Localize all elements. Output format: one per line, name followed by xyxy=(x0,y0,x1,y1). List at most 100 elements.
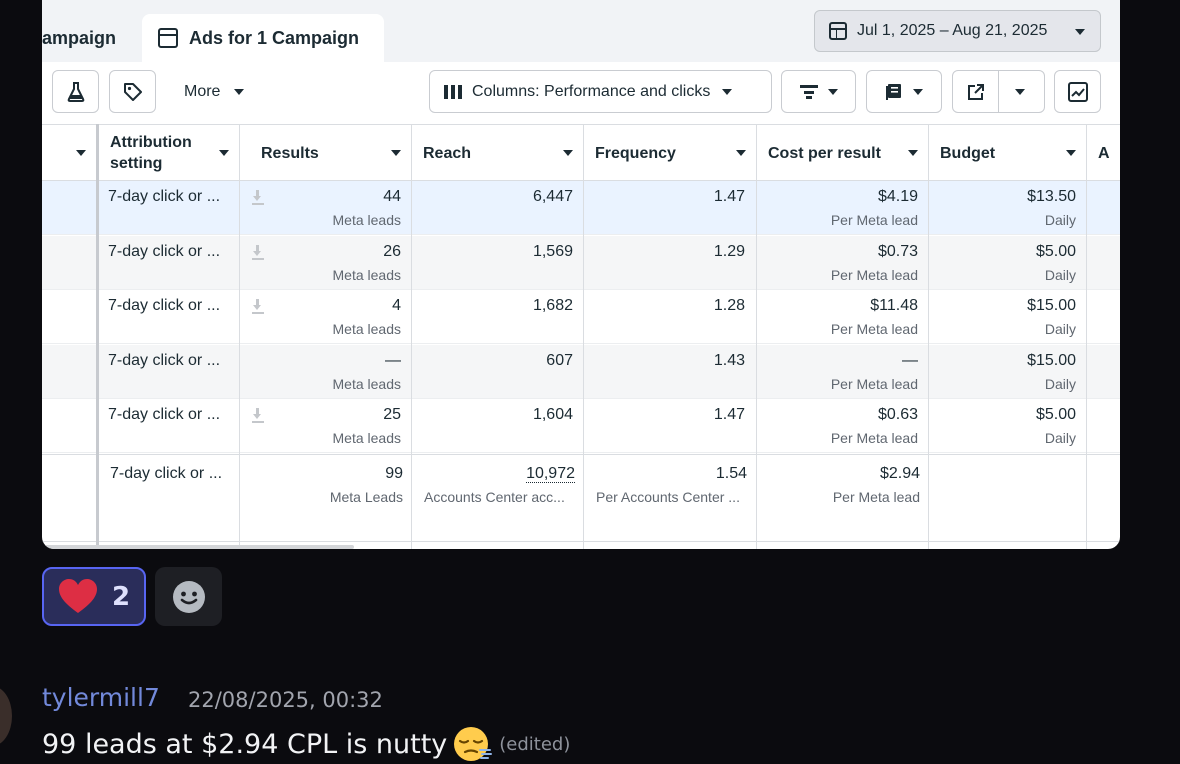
columns-label: Columns: Performance and clicks xyxy=(472,82,711,100)
ads-table: Attribution setting Results Reach Freque… xyxy=(42,124,1120,549)
chevron-down-icon xyxy=(827,88,838,95)
column-divider xyxy=(756,124,757,549)
row-cost-per-result: — xyxy=(902,351,918,369)
row-results-sub: Meta leads xyxy=(332,375,401,392)
table-row[interactable]: 7-day click or ... 44 Meta leads 6,447 1.47 $… xyxy=(42,181,1120,235)
test-button[interactable] xyxy=(52,70,99,113)
chevron-down-icon xyxy=(76,150,86,156)
row-results-sub: Meta leads xyxy=(332,212,401,228)
header-label: Cost per result xyxy=(768,144,881,162)
row-attribution: 7-day click or ... xyxy=(108,188,221,205)
ads-manager-screenshot: ampaign Ads for 1 Campaign Jul 1, 2025 –… xyxy=(42,0,1120,549)
row-reach: 607 xyxy=(546,351,573,369)
message-author[interactable]: tylermill7 xyxy=(42,683,160,712)
column-divider xyxy=(411,124,412,549)
sleepy-face-icon xyxy=(454,727,493,761)
export-button[interactable] xyxy=(953,71,999,112)
table-row[interactable]: 7-day click or ... 26 Meta leads 1,569 1.29 $… xyxy=(42,235,1120,290)
chevron-down-icon xyxy=(908,150,918,156)
table-row[interactable]: 7-day click or ... 25 Meta leads 1,604 1.47 $… xyxy=(42,399,1120,453)
breakdown-dropdown[interactable] xyxy=(781,70,856,113)
header-results[interactable]: Results xyxy=(239,125,411,181)
row-attribution: 7-day click or ... xyxy=(108,297,221,314)
heart-reaction-button[interactable]: 2 xyxy=(42,567,146,626)
tab-ads[interactable]: Ads for 1 Campaign xyxy=(142,14,384,62)
ad-icon xyxy=(158,28,178,48)
frozen-column-divider xyxy=(96,124,99,549)
tab-bar: ampaign Ads for 1 Campaign Jul 1, 2025 –… xyxy=(42,0,1120,62)
download-icon-base xyxy=(252,203,264,205)
header-name[interactable] xyxy=(42,125,96,181)
totals-cost-per-result-sub: Per Meta lead xyxy=(832,489,920,505)
table-row[interactable]: 7-day click or ... 4 Meta leads 1,682 1.28 $1… xyxy=(42,290,1120,344)
row-cost-per-result: $0.73 xyxy=(877,242,918,260)
row-results-sub: Meta leads xyxy=(332,266,401,283)
more-button[interactable]: More xyxy=(184,70,245,113)
download-icon[interactable] xyxy=(251,408,265,422)
download-icon[interactable] xyxy=(251,190,265,204)
tab-ads-label: Ads for 1 Campaign xyxy=(189,27,360,48)
message-text: 99 leads at $2.94 CPL is nutty xyxy=(42,728,448,760)
row-attribution: 7-day click or ... xyxy=(108,351,221,369)
totals-frequency: 1.54 xyxy=(715,465,747,482)
row-cost-per-result-sub: Per Meta lead xyxy=(830,430,918,446)
header-reach[interactable]: Reach xyxy=(411,125,583,181)
add-emoji-icon xyxy=(172,580,205,613)
totals-results-sub: Meta Leads xyxy=(329,489,403,505)
row-results: — xyxy=(385,351,401,369)
totals-cost-per-result: $2.94 xyxy=(879,465,920,482)
more-label: More xyxy=(184,82,221,100)
row-budget: $15.00 xyxy=(1027,297,1076,314)
totals-reach: 10,972 xyxy=(422,465,575,483)
row-frequency: 1.28 xyxy=(713,297,745,314)
chevron-down-icon xyxy=(1066,150,1076,156)
header-attribution[interactable]: Attribution setting xyxy=(98,125,239,181)
totals-reach-sub: Accounts Center acc... xyxy=(424,489,565,505)
reports-dropdown[interactable] xyxy=(866,70,942,113)
totals-row: 7-day click or ... 99 Meta Leads 10,972 … xyxy=(42,454,1120,542)
table-header: Attribution setting Results Reach Freque… xyxy=(42,124,1120,181)
header-cost-per-result[interactable]: Cost per result xyxy=(756,125,928,181)
header-frequency[interactable]: Frequency xyxy=(583,125,756,181)
download-icon-base xyxy=(252,312,264,314)
export-dropdown[interactable] xyxy=(952,70,1045,113)
row-budget: $5.00 xyxy=(1035,406,1076,423)
row-results: 26 xyxy=(383,242,401,260)
chevron-down-icon xyxy=(219,150,229,156)
avatar[interactable] xyxy=(0,686,12,746)
row-frequency: 1.43 xyxy=(713,351,745,369)
horizontal-scrollbar[interactable] xyxy=(42,545,354,549)
download-icon[interactable] xyxy=(251,299,265,313)
column-divider xyxy=(583,124,584,549)
totals-frequency-sub: Per Accounts Center ... xyxy=(596,489,740,505)
header-next[interactable]: A xyxy=(1086,125,1120,181)
tag-button[interactable] xyxy=(109,70,156,113)
add-reaction-button[interactable] xyxy=(155,567,222,626)
row-results-sub: Meta leads xyxy=(332,430,401,446)
table-row[interactable]: 7-day click or ... — Meta leads 607 1.43 — Per… xyxy=(42,344,1120,399)
totals-results: 99 xyxy=(385,465,403,482)
header-label: Attribution setting xyxy=(110,134,192,172)
row-frequency: 1.29 xyxy=(713,242,745,260)
columns-dropdown[interactable]: Columns: Performance and clicks xyxy=(429,70,772,113)
tab-campaign[interactable]: ampaign xyxy=(42,14,134,62)
row-cost-per-result-sub: Per Meta lead xyxy=(830,212,918,228)
row-cost-per-result: $4.19 xyxy=(877,188,918,205)
download-icon[interactable] xyxy=(251,244,265,259)
chevron-down-icon xyxy=(391,150,401,156)
row-budget-sub: Daily xyxy=(1044,430,1076,446)
tag-icon xyxy=(123,82,142,101)
header-label: Reach xyxy=(423,144,472,162)
header-budget[interactable]: Budget xyxy=(928,125,1086,181)
charts-button[interactable] xyxy=(1054,70,1101,113)
download-icon-base xyxy=(252,257,264,260)
row-reach: 6,447 xyxy=(532,188,573,205)
edited-label: (edited) xyxy=(499,733,571,755)
message-timestamp: 22/08/2025, 00:32 xyxy=(188,688,383,712)
date-range-picker[interactable]: Jul 1, 2025 – Aug 21, 2025 xyxy=(814,10,1101,52)
header-label: Budget xyxy=(940,144,996,162)
row-cost-per-result-sub: Per Meta lead xyxy=(830,375,918,392)
row-budget-sub: Daily xyxy=(1044,321,1076,337)
chevron-down-icon xyxy=(722,88,733,95)
row-attribution: 7-day click or ... xyxy=(108,242,221,260)
